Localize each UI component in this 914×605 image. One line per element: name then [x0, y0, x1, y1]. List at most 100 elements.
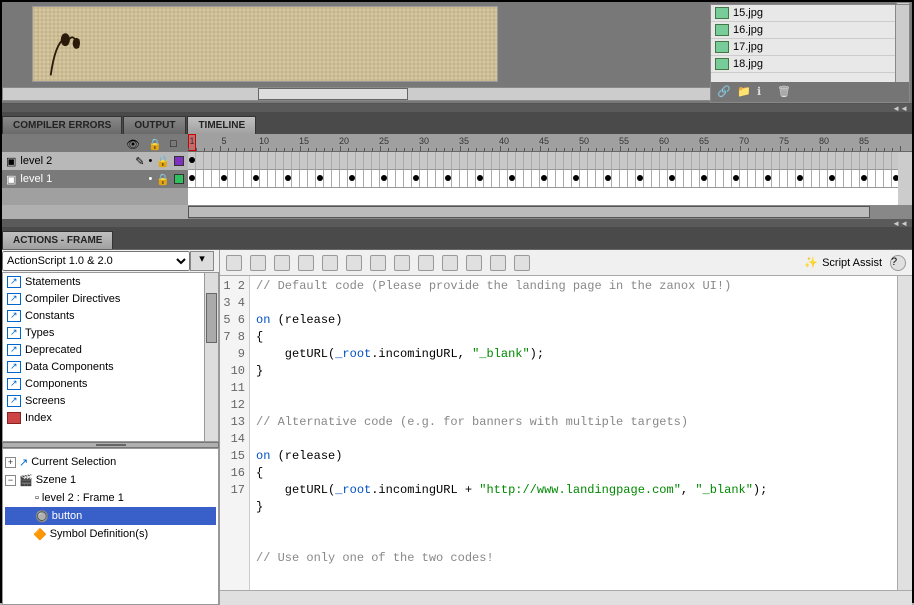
button-icon: 🔘	[35, 510, 49, 523]
category-label: Types	[25, 327, 54, 339]
stage-graphic	[39, 25, 99, 80]
tab-actions-frame[interactable]: ACTIONS - FRAME	[2, 231, 113, 249]
category-icon	[7, 395, 21, 407]
script-navigator-tree: + ↗ Current Selection − 🎬 Szene 1 ▫ leve…	[2, 448, 219, 605]
find-icon[interactable]	[250, 255, 266, 271]
category-label: Deprecated	[25, 344, 82, 356]
layer-icon: ▣	[6, 155, 16, 168]
category-item[interactable]: Constants	[3, 307, 218, 324]
splitter-horizontal[interactable]	[2, 442, 219, 448]
category-item[interactable]: Compiler Directives	[3, 290, 218, 307]
link-icon[interactable]: 🔗	[717, 85, 731, 99]
category-label: Components	[25, 378, 87, 390]
actionscript-version-select[interactable]: ActionScript 1.0 & 2.0	[2, 251, 190, 271]
new-folder-icon[interactable]: 📁	[737, 85, 751, 99]
tree-button-item[interactable]: 🔘 button	[5, 507, 216, 525]
category-icon	[7, 293, 21, 305]
library-item[interactable]: 18.jpg	[711, 56, 909, 73]
symbol-icon: 🔶	[33, 528, 47, 541]
uncomment-icon[interactable]	[466, 255, 482, 271]
tab-timeline[interactable]: TIMELINE	[187, 116, 256, 134]
reference-icon[interactable]	[490, 255, 506, 271]
auto-format-icon[interactable]	[322, 255, 338, 271]
delete-icon[interactable]: 🗑	[777, 85, 791, 99]
image-icon	[715, 24, 729, 36]
book-icon	[7, 412, 21, 424]
category-icon	[7, 361, 21, 373]
category-item[interactable]: Index	[3, 409, 218, 426]
tab-compiler-errors[interactable]: COMPILER ERRORS	[2, 116, 122, 134]
category-item[interactable]: Components	[3, 375, 218, 392]
comment-icon[interactable]	[442, 255, 458, 271]
tree-current-selection[interactable]: + ↗ Current Selection	[5, 453, 216, 471]
pencil-icon: ✎	[135, 155, 144, 168]
library-item[interactable]: 17.jpg	[711, 39, 909, 56]
category-icon	[7, 276, 21, 288]
library-item-name: 15.jpg	[733, 7, 763, 19]
layer-color-swatch[interactable]	[174, 174, 184, 184]
tree-frame-item[interactable]: ▫ level 2 : Frame 1	[5, 489, 216, 507]
category-item[interactable]: Deprecated	[3, 341, 218, 358]
category-item[interactable]: Statements	[3, 273, 218, 290]
add-script-icon[interactable]	[226, 255, 242, 271]
visibility-icon[interactable]: 👁	[126, 138, 136, 148]
library-item[interactable]: 16.jpg	[711, 22, 909, 39]
library-panel: 15.jpg 16.jpg 17.jpg 18.jpg 🔗 📁 ℹ 🗑	[710, 4, 910, 103]
library-item-name: 16.jpg	[733, 24, 763, 36]
image-icon	[715, 58, 729, 70]
category-list: Statements Compiler Directives Constants Ty…	[2, 272, 219, 442]
panel-collapse-bar[interactable]: ◄◄	[2, 104, 912, 112]
properties-icon[interactable]: ℹ	[757, 85, 771, 99]
script-assist-button[interactable]: ✨ Script Assist	[804, 256, 882, 270]
stage[interactable]	[32, 6, 498, 82]
frame-icon: ▫	[35, 492, 39, 504]
layer-color-swatch[interactable]	[174, 156, 184, 166]
library-item-name: 18.jpg	[733, 58, 763, 70]
lock-icon[interactable]: 🔒	[148, 138, 158, 148]
timeline-vertical-scrollbar[interactable]	[898, 152, 912, 205]
category-scrollbar[interactable]	[204, 273, 218, 441]
target-icon: ↗	[19, 456, 28, 469]
category-item[interactable]: Types	[3, 324, 218, 341]
timeline-horizontal-scrollbar[interactable]	[188, 205, 912, 219]
category-item[interactable]: Screens	[3, 392, 218, 409]
panel-collapse-bar[interactable]: ◄◄	[2, 219, 912, 227]
library-item[interactable]: 15.jpg	[711, 5, 909, 22]
expand-icon[interactable]	[418, 255, 434, 271]
category-item[interactable]: Data Components	[3, 358, 218, 375]
check-syntax-icon[interactable]	[298, 255, 314, 271]
help-icon[interactable]: ?	[890, 255, 906, 271]
pin-icon[interactable]	[514, 255, 530, 271]
toolbox-menu-button[interactable]: ▾	[190, 251, 214, 271]
tab-output[interactable]: OUTPUT	[123, 116, 186, 134]
outline-icon[interactable]: □	[170, 138, 180, 148]
category-icon	[7, 327, 21, 339]
layer-icon: ▣	[6, 173, 16, 186]
debug-icon[interactable]	[370, 255, 386, 271]
scene-icon: 🎬	[19, 474, 33, 487]
line-gutter: 1 2 3 4 5 6 7 8 9 10 11 12 13 14 15 16 1…	[220, 276, 250, 590]
actions-sidebar: ActionScript 1.0 & 2.0 ▾ Statements Compi…	[2, 250, 220, 605]
tree-symbol-definitions[interactable]: 🔶 Symbol Definition(s)	[5, 525, 216, 543]
frames-area[interactable]: 1510152025303540455055606570758085	[188, 134, 912, 205]
code-content[interactable]: // Default code (Please provide the land…	[250, 276, 897, 590]
layer-column: 👁 🔒 □ ▣ level 2 ✎ •🔒 ▣ level 1 •🔒	[2, 134, 188, 205]
category-icon	[7, 310, 21, 322]
category-label: Screens	[25, 395, 65, 407]
category-label: Compiler Directives	[25, 293, 120, 305]
timeline-ruler[interactable]: 1510152025303540455055606570758085	[188, 134, 912, 152]
library-scrollbar[interactable]	[895, 5, 909, 82]
editor-vertical-scrollbar[interactable]	[897, 276, 912, 590]
target-path-icon[interactable]	[274, 255, 290, 271]
code-editor[interactable]: 1 2 3 4 5 6 7 8 9 10 11 12 13 14 15 16 1…	[220, 276, 912, 590]
actions-tab-strip: ACTIONS - FRAME	[2, 227, 912, 249]
frame-row[interactable]	[188, 170, 912, 188]
code-hint-icon[interactable]	[346, 255, 362, 271]
frame-row[interactable]	[188, 152, 912, 170]
collapse-icon[interactable]	[394, 255, 410, 271]
tree-scene[interactable]: − 🎬 Szene 1	[5, 471, 216, 489]
layer-row-level2[interactable]: ▣ level 2 ✎ •🔒	[2, 152, 188, 170]
layer-row-level1[interactable]: ▣ level 1 •🔒	[2, 170, 188, 188]
code-editor-pane: ✨ Script Assist ? 1 2 3 4 5 6 7 8 9 10 1…	[220, 250, 912, 605]
category-icon	[7, 344, 21, 356]
